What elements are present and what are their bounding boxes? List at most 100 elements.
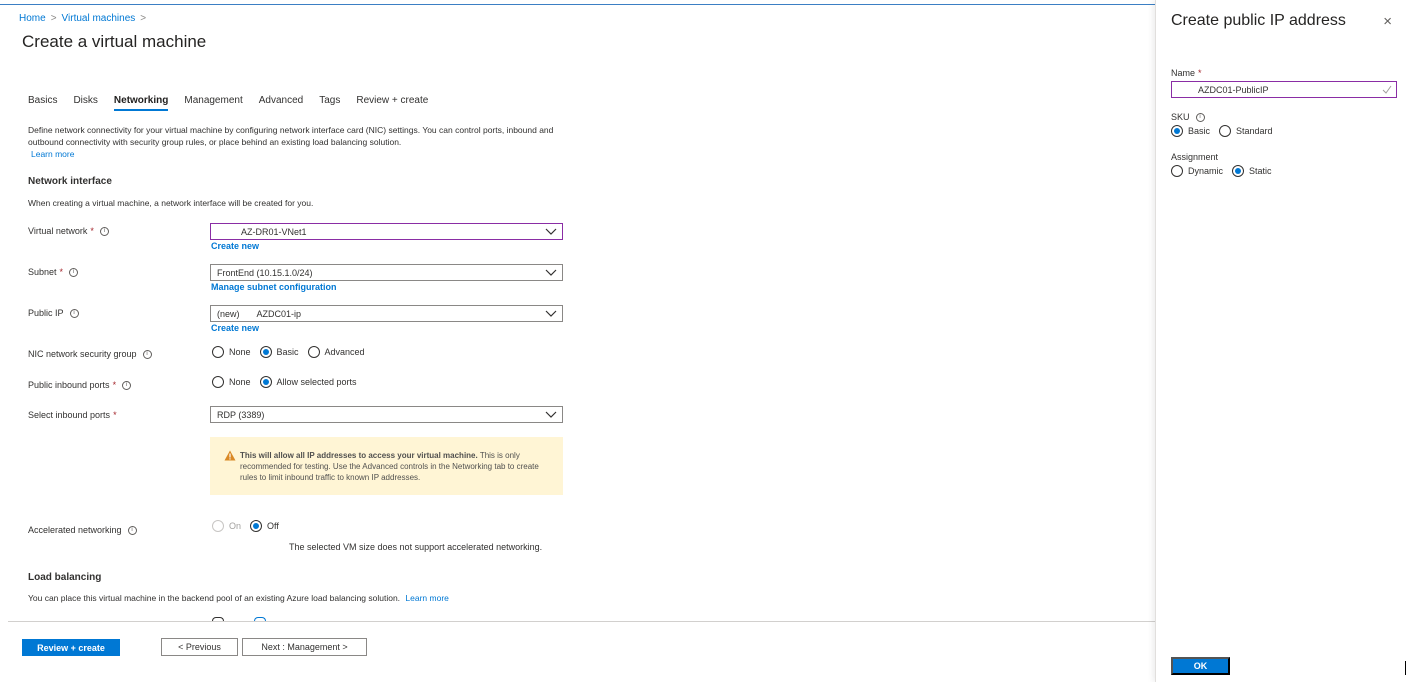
- assignment-dynamic-radio[interactable]: [1171, 165, 1183, 177]
- footer-bar: Review + create < Previous Next : Manage…: [8, 621, 1155, 675]
- breadcrumb-home[interactable]: Home: [19, 13, 46, 24]
- inbound-none-label: None: [229, 377, 251, 387]
- required-asterisk: *: [90, 226, 94, 236]
- create-new-public-ip-link[interactable]: Create new: [211, 323, 259, 333]
- panel-title: Create public IP address: [1171, 12, 1346, 29]
- public-ip-name-input[interactable]: AZDC01-PublicIP: [1171, 81, 1397, 98]
- info-icon[interactable]: i: [1195, 112, 1205, 122]
- assignment-static-label: Static: [1249, 166, 1272, 176]
- manage-subnet-link[interactable]: Manage subnet configuration: [211, 282, 337, 292]
- page-title: Create a virtual machine: [22, 32, 207, 51]
- ok-button[interactable]: OK: [1171, 657, 1230, 675]
- name-label-text: Name: [1171, 68, 1196, 78]
- assignment-radio-group: Dynamic Static: [1171, 165, 1281, 177]
- public-ip-prefix: (new): [217, 308, 240, 319]
- select-inbound-ports-dropdown[interactable]: RDP (3389): [210, 406, 563, 423]
- assignment-dynamic-label: Dynamic: [1188, 166, 1224, 176]
- tab-tags[interactable]: Tags: [319, 95, 340, 111]
- tab-review-create[interactable]: Review + create: [356, 95, 428, 111]
- review-create-button[interactable]: Review + create: [22, 639, 120, 656]
- nic-nsg-label: NIC network security group i: [28, 349, 152, 359]
- learn-more-link[interactable]: Learn more: [31, 149, 74, 159]
- virtual-network-dropdown[interactable]: AZ-DR01-VNet1: [210, 223, 563, 240]
- subnet-dropdown[interactable]: FrontEnd (10.15.1.0/24): [210, 264, 563, 281]
- tab-management[interactable]: Management: [184, 95, 242, 111]
- public-inbound-ports-label: Public inbound ports * i: [28, 380, 132, 390]
- load-balancing-learn-more-link[interactable]: Learn more: [405, 593, 448, 603]
- checkmark-icon: [1382, 85, 1392, 94]
- inbound-none-radio[interactable]: [212, 376, 224, 388]
- sku-basic-radio[interactable]: [1171, 125, 1183, 137]
- nsg-none-radio[interactable]: [212, 346, 224, 358]
- name-label: Name *: [1171, 68, 1202, 78]
- accelerated-networking-note: The selected VM size does not support ac…: [289, 542, 543, 552]
- tab-bar: Basics Disks Networking Management Advan…: [28, 95, 444, 111]
- accel-on-label: On: [229, 521, 242, 531]
- close-icon[interactable]: ×: [1383, 14, 1392, 29]
- sku-label: SKU i: [1171, 112, 1205, 122]
- accelerated-networking-label-text: Accelerated networking: [28, 525, 122, 535]
- sku-radio-group: Basic Standard: [1171, 125, 1282, 137]
- tab-disks[interactable]: Disks: [73, 95, 97, 111]
- select-inbound-ports-value: RDP (3389): [217, 409, 265, 420]
- load-balancing-text-row: You can place this virtual machine in th…: [28, 593, 449, 603]
- accel-off-radio[interactable]: [250, 520, 263, 532]
- breadcrumb-separator: >: [140, 13, 147, 24]
- info-icon[interactable]: i: [99, 226, 109, 236]
- public-inbound-ports-radio-group: None Allow selected ports: [212, 376, 366, 388]
- tab-basics[interactable]: Basics: [28, 95, 57, 111]
- tab-networking[interactable]: Networking: [113, 95, 169, 111]
- warning-icon: [224, 450, 236, 461]
- breadcrumb-separator: >: [50, 13, 57, 24]
- next-management-button[interactable]: Next : Management >: [242, 638, 367, 656]
- create-new-vnet-link[interactable]: Create new: [211, 241, 259, 251]
- assignment-label: Assignment: [1171, 152, 1219, 162]
- public-ip-label: Public IP i: [28, 308, 79, 318]
- load-balancing-text: You can place this virtual machine in th…: [28, 593, 401, 603]
- info-icon[interactable]: i: [122, 380, 132, 390]
- nsg-basic-label: Basic: [276, 347, 299, 357]
- info-icon[interactable]: i: [142, 349, 152, 359]
- breadcrumb: Home > Virtual machines >: [19, 13, 151, 24]
- public-ip-value: AZDC01-ip: [256, 308, 302, 319]
- accelerated-networking-label: Accelerated networking i: [28, 525, 137, 535]
- previous-button[interactable]: < Previous: [161, 638, 238, 656]
- required-asterisk: *: [113, 410, 117, 420]
- public-inbound-ports-label-text: Public inbound ports: [28, 380, 110, 390]
- required-asterisk: *: [59, 267, 64, 277]
- main-blade: Home > Virtual machines > Create a virtual …: [0, 0, 1155, 682]
- nsg-advanced-radio[interactable]: [307, 346, 320, 358]
- nic-nsg-label-text: NIC network security group: [28, 349, 137, 359]
- info-icon[interactable]: i: [69, 267, 79, 277]
- text-cursor: [1405, 661, 1406, 675]
- info-icon[interactable]: i: [69, 308, 79, 318]
- description-text: Define network connectivity for your vir…: [28, 125, 554, 147]
- sku-label-text: SKU: [1171, 112, 1190, 122]
- nsg-basic-radio[interactable]: [259, 346, 272, 358]
- sku-standard-radio[interactable]: [1219, 125, 1232, 137]
- warning-bold-text: This will allow all IP addresses to acce…: [240, 451, 478, 460]
- tab-advanced[interactable]: Advanced: [259, 95, 303, 111]
- info-icon[interactable]: i: [127, 525, 137, 535]
- network-interface-heading: Network interface: [28, 176, 112, 187]
- assignment-static-radio[interactable]: [1232, 165, 1245, 177]
- accel-off-label: Off: [267, 521, 279, 531]
- inbound-allow-selected-radio[interactable]: [259, 376, 272, 388]
- sku-basic-label: Basic: [1188, 126, 1211, 136]
- subnet-value: FrontEnd (10.15.1.0/24): [217, 267, 313, 278]
- chevron-down-icon: [545, 310, 557, 317]
- warning-message: This will allow all IP addresses to acce…: [240, 450, 550, 483]
- public-ip-dropdown[interactable]: (new) AZDC01-ip: [210, 305, 563, 322]
- chevron-down-icon: [545, 269, 557, 276]
- network-interface-subtext: When creating a virtual machine, a netwo…: [28, 198, 314, 208]
- create-public-ip-panel: Create public IP address × Name * AZDC01-…: [1155, 0, 1409, 682]
- networking-description: Define network connectivity for your vir…: [28, 124, 568, 160]
- subnet-label-text: Subnet: [28, 267, 57, 277]
- chevron-down-icon: [545, 411, 557, 418]
- inbound-allow-selected-label: Allow selected ports: [276, 377, 357, 387]
- breadcrumb-virtual-machines[interactable]: Virtual machines: [62, 13, 136, 24]
- nsg-none-label: None: [229, 347, 251, 357]
- nsg-advanced-label: Advanced: [324, 347, 365, 357]
- subnet-label: Subnet * i: [28, 267, 79, 277]
- inbound-ports-warning: This will allow all IP addresses to acce…: [210, 437, 563, 495]
